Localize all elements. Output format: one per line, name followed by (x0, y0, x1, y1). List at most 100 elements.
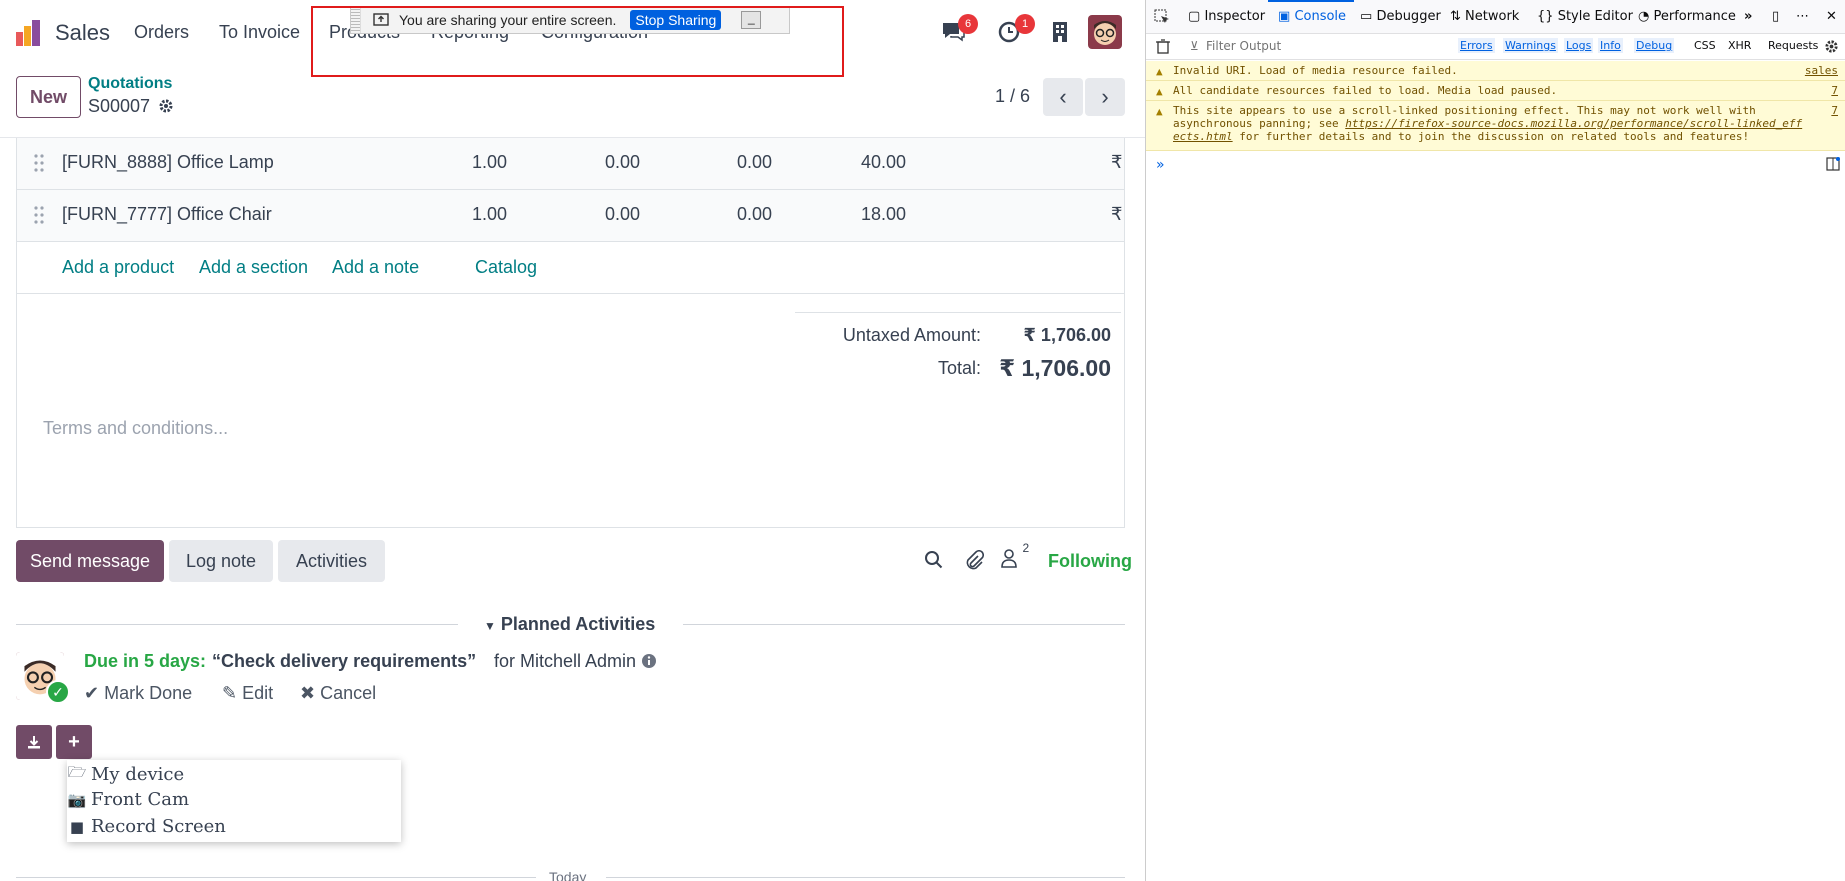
add-note-link[interactable]: Add a note (332, 257, 419, 278)
more-tabs-icon[interactable]: » (1744, 9, 1752, 24)
tab-console[interactable]: ▣ Console (1278, 9, 1346, 24)
user-avatar[interactable] (1088, 15, 1122, 49)
activities-button[interactable]: 1 (997, 14, 1035, 49)
pick-element-icon[interactable] (1154, 9, 1170, 25)
paperclip-icon[interactable] (964, 550, 984, 570)
filter-errors[interactable]: Errors (1458, 38, 1495, 53)
new-button[interactable]: New (16, 76, 81, 118)
filter-warnings[interactable]: Warnings (1503, 38, 1558, 53)
download-icon (28, 736, 40, 749)
odoo-app: Sales Orders To Invoice Products Reporti… (0, 0, 1145, 881)
tab-style-editor[interactable]: {} Style Editor (1537, 9, 1633, 24)
message-source-link[interactable]: 7 (1831, 84, 1838, 97)
message-text: All candidate resources failed to load. … (1173, 84, 1558, 97)
gear-icon[interactable] (1824, 39, 1839, 54)
sales-app-logo-icon[interactable] (14, 18, 44, 48)
dropdown-item-record-screen[interactable]: ■ Record Screen (67, 816, 226, 837)
dropdown-item-my-device[interactable]: 🗁 My device (67, 762, 184, 787)
style-editor-label: Style Editor (1557, 9, 1633, 24)
search-icon[interactable] (924, 550, 944, 570)
add-button[interactable]: + (56, 725, 92, 759)
console-message[interactable]: ▲ All candidate resources failed to load… (1146, 81, 1845, 101)
divider (606, 877, 1125, 878)
split-console-icon[interactable] (1826, 157, 1840, 171)
console-input-prompt[interactable]: » (1156, 157, 1165, 173)
edit-button[interactable]: ✎ Edit (222, 683, 273, 704)
terms-input[interactable]: Terms and conditions... (43, 418, 228, 439)
building-icon[interactable] (1050, 21, 1070, 43)
user-icon (1001, 549, 1017, 568)
total-value: ₹ 1,706.00 (999, 355, 1111, 381)
quantity: 1.00 (472, 152, 508, 172)
pencil-icon: ✎ (222, 683, 238, 703)
log-note-button[interactable]: Log note (169, 540, 273, 582)
message-source-link[interactable]: sales (1805, 64, 1838, 77)
devtools-tabs: ▢ Inspector ▣ Console ▭ Debugger ⇅ Netwo… (1146, 0, 1845, 34)
tab-inspector[interactable]: ▢ Inspector (1188, 9, 1265, 24)
table-row[interactable]: [FURN_7777] Office Chair 1.00 0.00 0.00 … (17, 190, 1124, 242)
activities-button[interactable]: Activities (278, 540, 385, 582)
drag-handle-icon[interactable] (33, 205, 45, 225)
record-id: S00007 (88, 96, 151, 116)
trash-icon[interactable] (1156, 39, 1170, 54)
tab-network[interactable]: ⇅ Network (1450, 9, 1519, 24)
tab-performance[interactable]: ◔ Performance (1638, 9, 1736, 24)
followers-button[interactable]: 2 (1000, 541, 1029, 573)
tab-debugger[interactable]: ▭ Debugger (1360, 9, 1441, 24)
untaxed-value: ₹ 1,706.00 (1023, 325, 1111, 345)
messages-button[interactable]: 6 (940, 14, 978, 49)
console-message[interactable]: ▲ Invalid URI. Load of media resource fa… (1146, 61, 1845, 81)
pager-value[interactable]: 1 / 6 (995, 86, 1030, 107)
download-button[interactable] (16, 725, 52, 759)
filter-logs[interactable]: Logs (1564, 38, 1594, 53)
record-name: S00007 (88, 96, 174, 117)
cancel-button[interactable]: ✖ Cancel (300, 683, 376, 704)
filter-css[interactable]: CSS (1694, 39, 1716, 52)
filter-debug[interactable]: Debug (1634, 38, 1675, 53)
filter-xhr[interactable]: XHR (1728, 39, 1751, 52)
pager-next-button[interactable]: › (1085, 78, 1125, 116)
filter-info[interactable]: Info (1598, 38, 1623, 53)
mark-done-button[interactable]: ✔ Mark Done (84, 683, 192, 704)
close-icon: ✖ (300, 683, 316, 703)
today-label: Today (549, 869, 587, 881)
network-label: Network (1465, 9, 1520, 24)
pager-previous-button[interactable]: ‹ (1043, 78, 1083, 116)
value-col-2: 0.00 (737, 152, 773, 172)
table-row[interactable]: [FURN_8888] Office Lamp 1.00 0.00 0.00 4… (17, 138, 1124, 190)
filter-output-input[interactable]: Filter Output (1206, 39, 1281, 53)
order-sheet: [FURN_8888] Office Lamp 1.00 0.00 0.00 4… (16, 138, 1125, 528)
console-message[interactable]: ▲ This site appears to use a scroll-link… (1146, 101, 1845, 151)
app-name[interactable]: Sales (55, 20, 110, 46)
more-options-icon[interactable]: ⋯ (1796, 9, 1809, 24)
message-source-link[interactable]: 7 (1831, 104, 1838, 117)
drag-handle-icon[interactable] (33, 153, 45, 173)
filter-icon: ⊻ (1190, 39, 1199, 53)
divider (683, 624, 1125, 625)
upload-dropdown: 🗁 My device 📷 Front Cam ■ Record Screen (67, 760, 401, 842)
dropdown-item-front-cam[interactable]: 📷 Front Cam (67, 789, 189, 810)
info-icon[interactable] (641, 653, 657, 669)
add-product-link[interactable]: Add a product (62, 257, 174, 278)
planned-activities-header[interactable]: ▼ Planned Activities (16, 614, 1125, 636)
message-text-part: for further details and to join the disc… (1232, 130, 1750, 143)
gear-icon[interactable] (158, 98, 174, 114)
console-icon: ▣ (1278, 9, 1291, 24)
close-devtools-icon[interactable]: ✕ (1826, 9, 1837, 24)
breadcrumb-quotations[interactable]: Quotations (88, 75, 172, 93)
nav-to-invoice[interactable]: To Invoice (219, 22, 300, 43)
chevron-left-icon: ‹ (1059, 84, 1067, 109)
catalog-link[interactable]: Catalog (475, 257, 537, 278)
dock-icon[interactable]: ▯ (1772, 9, 1779, 24)
following-button[interactable]: Following (1048, 551, 1132, 572)
assignee-text: for Mitchell Admin (494, 651, 637, 671)
mark-done-label: Mark Done (104, 683, 193, 703)
add-section-link[interactable]: Add a section (199, 257, 308, 278)
inspector-label: Inspector (1204, 9, 1266, 24)
chevron-right-icon: › (1101, 84, 1109, 109)
send-message-button[interactable]: Send message (16, 540, 164, 582)
plus-icon: + (68, 730, 80, 753)
filter-requests[interactable]: Requests (1768, 39, 1818, 52)
nav-orders[interactable]: Orders (134, 22, 189, 43)
my-device-label: My device (91, 764, 185, 785)
